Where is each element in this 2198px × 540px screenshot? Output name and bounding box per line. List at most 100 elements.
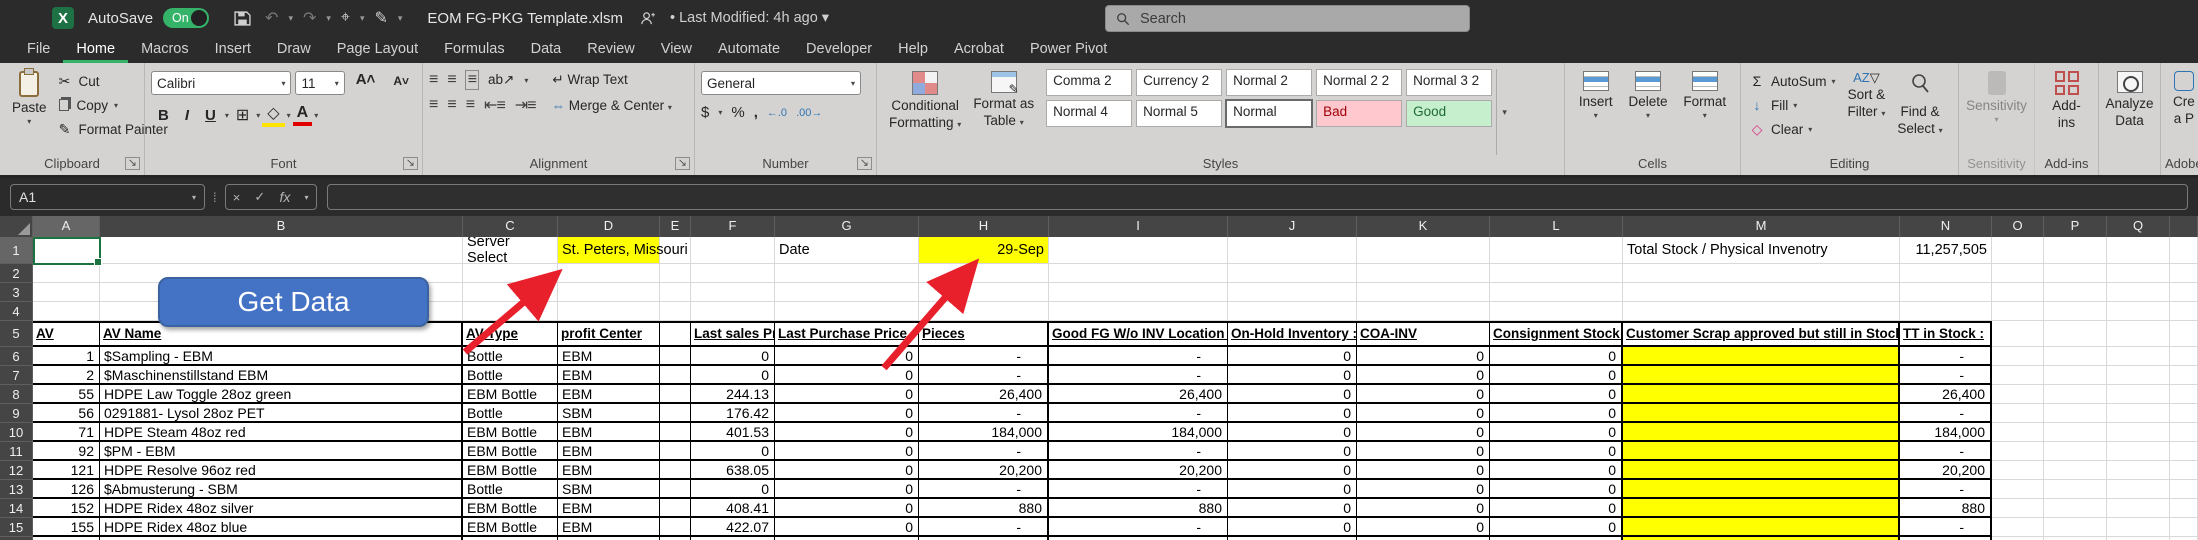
accounting-format-icon[interactable]: $ <box>701 104 709 121</box>
cell-c1-server-select[interactable]: Server Select <box>463 237 558 264</box>
underline-button[interactable]: U <box>198 107 223 124</box>
cell[interactable] <box>1992 366 2044 385</box>
cell-tt-in-stock[interactable]: - <box>1900 366 1992 385</box>
paste-button[interactable]: Paste▾ <box>6 69 53 155</box>
cell-good-fg[interactable]: 184,000 <box>1049 423 1228 442</box>
wrap-text-button[interactable]: ↵ Wrap Text <box>552 72 627 88</box>
cell-av[interactable]: 121 <box>33 461 100 480</box>
cell-customer-scrap[interactable] <box>1623 347 1900 366</box>
font-color-icon[interactable]: A <box>293 104 313 126</box>
cell-last-purchase-price[interactable]: 0 <box>775 404 919 423</box>
bold-button[interactable]: B <box>151 107 176 124</box>
cell-o1[interactable] <box>1992 237 2044 264</box>
cell-good-fg[interactable]: 20,200 <box>1049 461 1228 480</box>
cell[interactable] <box>2044 264 2107 283</box>
tab-page-layout[interactable]: Page Layout <box>324 41 431 63</box>
cell[interactable] <box>919 264 1049 283</box>
formula-input[interactable] <box>327 184 2188 210</box>
cell[interactable] <box>1992 499 2044 518</box>
cell-last-sales-price[interactable]: 422.07 <box>691 518 775 537</box>
cell-av-name[interactable]: $Maschinenstillstand EBM <box>100 366 463 385</box>
row-number[interactable]: 15 <box>0 518 33 537</box>
row-header-3[interactable]: 3 <box>0 283 33 302</box>
cell-good-fg[interactable]: - <box>1049 366 1228 385</box>
cell[interactable] <box>2170 461 2198 480</box>
cell-av-name[interactable]: HDPE Law Toggle 28oz green <box>100 385 463 404</box>
merge-center-button[interactable]: ⇔ Merge & Center ▾ <box>552 98 672 113</box>
increase-decimal-icon[interactable]: ←.0 <box>767 107 787 119</box>
cell-av-name[interactable]: HDPE Steam 48oz red <box>100 423 463 442</box>
row-number[interactable]: 10 <box>0 423 33 442</box>
cell-blank[interactable] <box>660 461 691 480</box>
search-input[interactable]: Search <box>1105 5 1470 32</box>
cell-coa-inv[interactable]: 0 <box>1357 385 1490 404</box>
cell-av-type[interactable]: EBM Bottle <box>463 442 558 461</box>
cell-av[interactable]: 71 <box>33 423 100 442</box>
style-normal22[interactable]: Normal 2 2 <box>1316 69 1402 96</box>
styles-gallery-more-icon[interactable]: ▾ <box>1496 69 1512 155</box>
cell-tt-in-stock[interactable]: - <box>1900 347 1992 366</box>
cell-p1[interactable] <box>2044 237 2107 264</box>
cell-q1[interactable] <box>2107 237 2170 264</box>
cell[interactable] <box>691 264 775 283</box>
cell-last-purchase-price[interactable]: 0 <box>775 347 919 366</box>
header-blank[interactable] <box>660 321 691 347</box>
tab-automate[interactable]: Automate <box>705 41 793 63</box>
percent-style-icon[interactable]: % <box>731 104 744 121</box>
cell-tt-in-stock[interactable]: 26,400 <box>1900 385 1992 404</box>
font-size-select[interactable]: 11▾ <box>295 71 344 95</box>
tab-developer[interactable]: Developer <box>793 41 885 63</box>
cell-good-fg[interactable]: - <box>1049 347 1228 366</box>
cell-consignment[interactable]: 0 <box>1490 385 1623 404</box>
cell[interactable] <box>2170 423 2198 442</box>
cell-last-purchase-price[interactable]: 0 <box>775 423 919 442</box>
cell-av-name[interactable]: HDPE Resolve 96oz red <box>100 461 463 480</box>
cell-last-sales-price[interactable]: 0 <box>691 442 775 461</box>
cell-on-hold[interactable]: 0 <box>1228 480 1357 499</box>
cell-g1-date-label[interactable]: Date <box>775 237 919 264</box>
cell-tt-in-stock[interactable]: 184,000 <box>1900 423 1992 442</box>
style-normal2[interactable]: Normal 2 <box>1226 69 1312 96</box>
cell-av[interactable]: 152 <box>33 499 100 518</box>
row-number[interactable]: 12 <box>0 461 33 480</box>
align-center-icon[interactable]: ≡ <box>447 96 455 114</box>
cell[interactable] <box>2107 302 2170 321</box>
cell[interactable] <box>691 302 775 321</box>
cell-pieces[interactable]: - <box>919 404 1049 423</box>
cell[interactable] <box>1900 283 1992 302</box>
column-header-g[interactable]: G <box>775 216 919 237</box>
cell[interactable] <box>1992 404 2044 423</box>
cell-profit-center[interactable]: SBM <box>558 404 660 423</box>
cell[interactable] <box>1900 264 1992 283</box>
cell-coa-inv[interactable]: 0 <box>1357 404 1490 423</box>
cell-on-hold[interactable]: 0 <box>1228 404 1357 423</box>
header-av-type[interactable]: AV Type <box>463 321 558 347</box>
font-name-select[interactable]: Calibri▾ <box>151 71 291 95</box>
cell-consignment[interactable]: 0 <box>1490 480 1623 499</box>
cell-last-purchase-price[interactable]: 0 <box>775 499 919 518</box>
cell-n1-total-value[interactable]: 11,257,505 <box>1900 237 1992 264</box>
alignment-dialog-launcher-icon[interactable]: ↘ <box>675 157 690 170</box>
header-tt-in-stock[interactable]: TT in Stock : <box>1900 321 1992 347</box>
cell-av[interactable]: 2 <box>33 366 100 385</box>
cell-on-hold[interactable]: 0 <box>1228 518 1357 537</box>
cell-profit-center[interactable]: EBM <box>558 442 660 461</box>
cell-consignment[interactable]: 0 <box>1490 423 1623 442</box>
cell[interactable] <box>2107 461 2170 480</box>
number-format-select[interactable]: General▾ <box>701 71 861 95</box>
cell-profit-center[interactable]: EBM <box>558 385 660 404</box>
cell[interactable] <box>33 283 100 302</box>
column-header-p[interactable]: P <box>2044 216 2107 237</box>
cell-i1[interactable] <box>1049 237 1228 264</box>
share-person-icon[interactable] <box>640 11 655 26</box>
insert-function-icon[interactable]: fx <box>279 189 290 205</box>
cell-d1-server-value[interactable]: St. Peters, Missouri <box>558 237 660 264</box>
comma-style-icon[interactable]: , <box>754 104 758 121</box>
number-dialog-launcher-icon[interactable]: ↘ <box>857 157 872 170</box>
cell[interactable] <box>660 283 691 302</box>
style-normal[interactable]: Normal <box>1226 100 1312 127</box>
select-all-corner[interactable] <box>0 216 33 237</box>
column-header-i[interactable]: I <box>1049 216 1228 237</box>
cell-customer-scrap[interactable] <box>1623 518 1900 537</box>
get-data-button[interactable]: Get Data <box>158 277 429 327</box>
